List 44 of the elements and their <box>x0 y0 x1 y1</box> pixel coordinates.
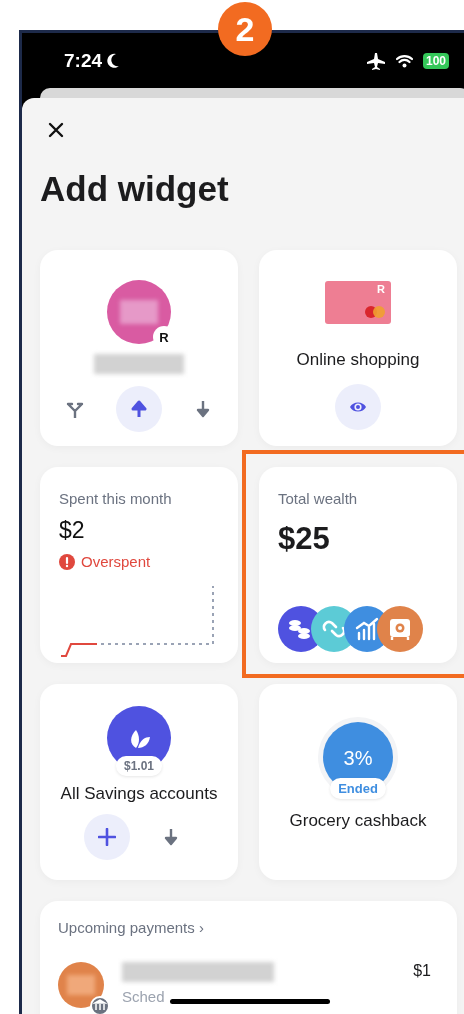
widget-label: Grocery cashback <box>289 811 427 831</box>
warning-icon <box>59 553 75 570</box>
moon-icon <box>106 52 121 69</box>
payments-widget-card[interactable]: Upcoming payments › Sched $1 <box>40 901 457 1014</box>
payment-date: Sched <box>122 988 165 1005</box>
account-widget-card[interactable]: R <box>40 250 238 446</box>
wifi-icon <box>395 53 413 68</box>
close-button[interactable] <box>46 120 66 140</box>
status-text: Overspent <box>81 553 151 570</box>
blurred-image <box>67 975 95 995</box>
down-arrow-icon <box>194 400 212 418</box>
cashback-widget-card[interactable]: 3% Ended Grocery cashback <box>259 684 457 880</box>
spending-widget-card[interactable]: Spent this month $2 Overspent <box>40 467 238 663</box>
balance-pill: $1.01 <box>116 756 162 776</box>
card-network-icon <box>364 305 386 319</box>
bank-icon <box>90 996 110 1014</box>
step-number-badge: 2 <box>218 2 272 56</box>
battery-indicator: 100 <box>422 52 449 69</box>
plus-icon <box>98 828 116 846</box>
blurred-image <box>120 300 158 324</box>
widget-label: All Savings accounts <box>60 784 218 804</box>
up-arrow-button[interactable] <box>116 386 162 432</box>
status-time: 7:24 <box>64 49 103 72</box>
wealth-widget-card[interactable]: Total wealth $25 <box>259 467 457 663</box>
widget-label: Spent this month <box>59 490 172 507</box>
cashback-rate: 3% <box>343 746 373 770</box>
airplane-icon <box>365 51 386 70</box>
card-widget-card[interactable]: R Online shopping <box>259 250 457 446</box>
amount-text: $2 <box>59 517 85 544</box>
close-icon <box>48 122 64 138</box>
payment-amount: $1 <box>413 962 431 980</box>
amount-text: $25 <box>278 521 330 557</box>
up-arrow-icon <box>130 400 148 418</box>
plus-button[interactable] <box>84 814 130 860</box>
page-title: Add widget <box>40 168 230 210</box>
widget-label: Online shopping <box>296 350 420 370</box>
eye-button[interactable] <box>335 384 381 430</box>
split-arrow-icon <box>66 400 84 418</box>
section-link[interactable]: Upcoming payments › <box>58 919 439 936</box>
down-arrow-icon <box>162 828 180 846</box>
card-logo: R <box>377 283 385 295</box>
status-pill: Ended <box>330 778 386 799</box>
savings-widget-card[interactable]: $1.01 All Savings accounts <box>40 684 238 880</box>
widget-label: Total wealth <box>278 490 358 507</box>
